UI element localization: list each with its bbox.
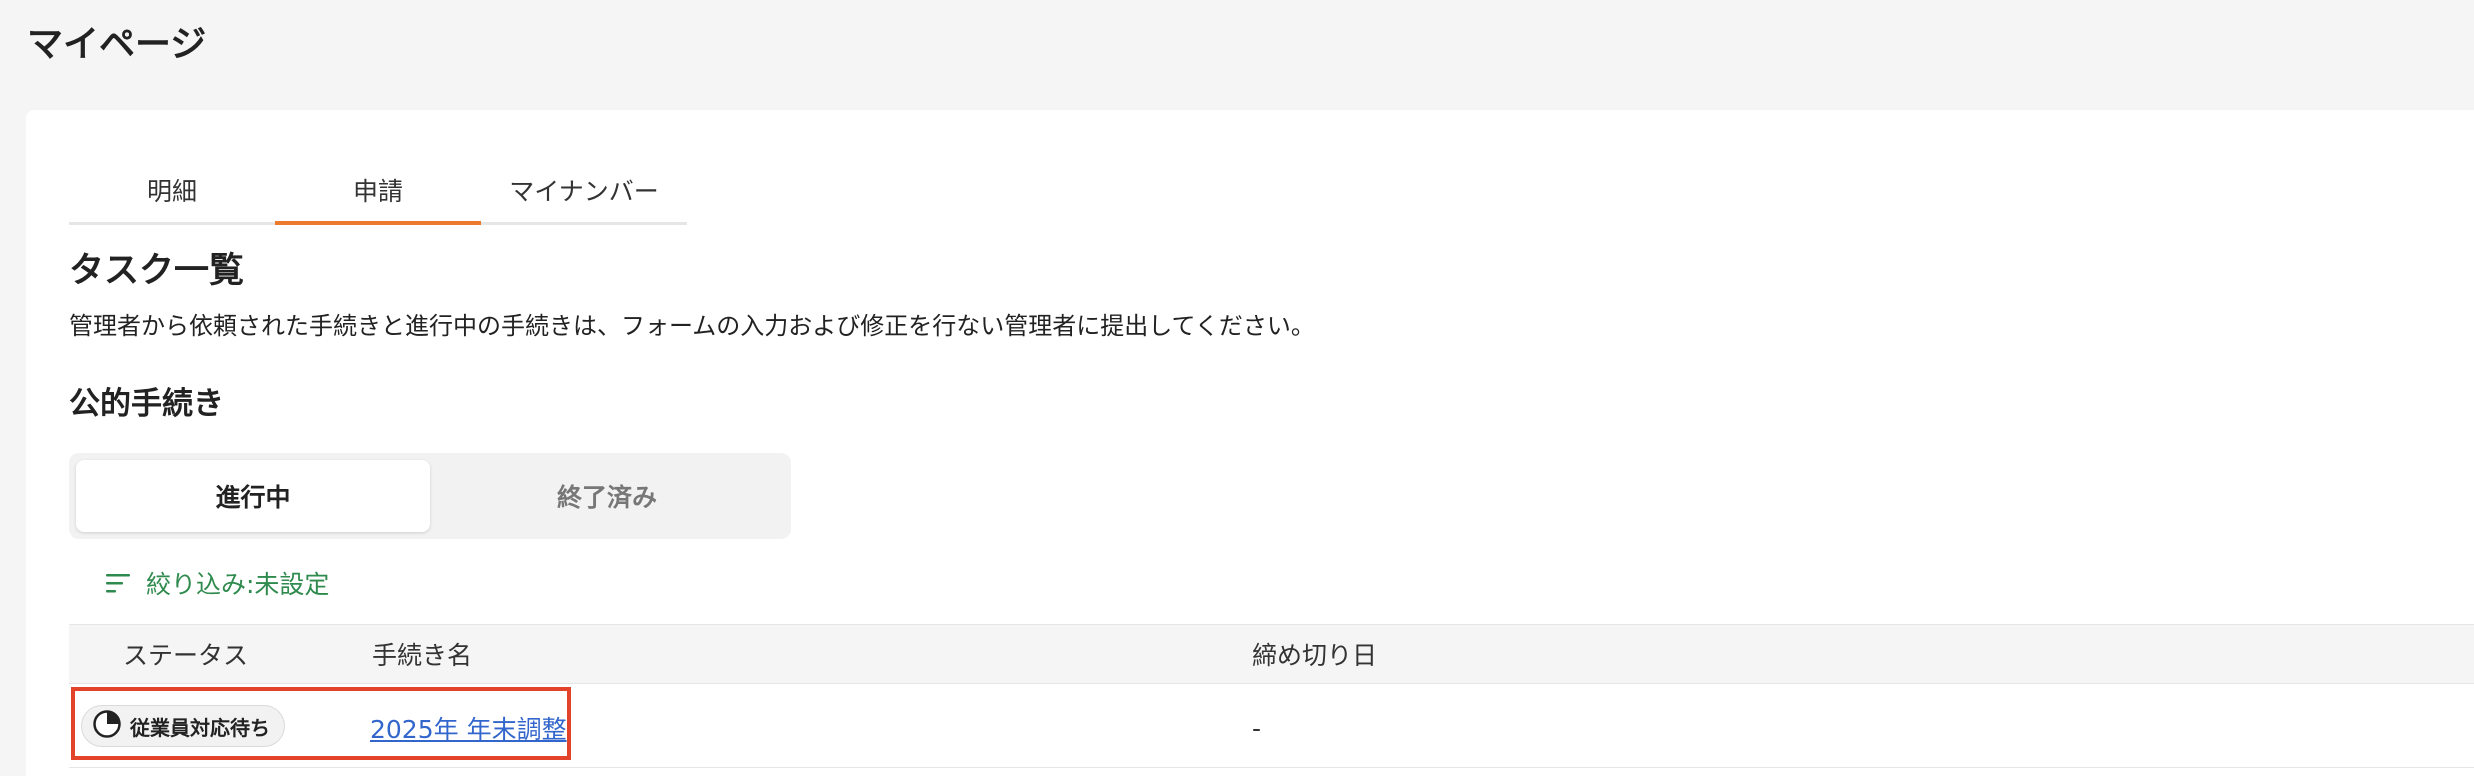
main-card: 明細 申請 マイナンバー タスク一覧 管理者から依頼された手続きと進行中の手続き…: [26, 110, 2474, 776]
page-title: マイページ: [27, 24, 207, 65]
column-header-procedure-name: 手続き名: [372, 641, 473, 670]
column-header-deadline: 締め切り日: [1252, 641, 1378, 670]
filter-label: 絞り込み:未設定: [146, 570, 330, 599]
segment-in-progress[interactable]: 進行中: [76, 460, 430, 532]
column-header-status: ステータス: [123, 641, 249, 670]
pie-progress-icon: [92, 709, 122, 744]
public-procedures-title: 公的手続き: [69, 386, 224, 422]
status-badge: 従業員対応待ち: [81, 705, 285, 747]
tab-my-number[interactable]: マイナンバー: [481, 158, 687, 222]
tab-applications[interactable]: 申請: [275, 158, 481, 225]
task-list-title: タスク一覧: [69, 251, 245, 291]
status-badge-label: 従業員対応待ち: [130, 715, 270, 740]
tab-bar: 明細 申請 マイナンバー: [69, 158, 687, 225]
tab-details[interactable]: 明細: [69, 158, 275, 222]
table-header: ステータス 手続き名 締め切り日: [69, 624, 2474, 684]
filter-button[interactable]: 絞り込み:未設定: [106, 565, 329, 601]
task-list-description: 管理者から依頼された手続きと進行中の手続きは、フォームの入力および修正を行ない管…: [69, 312, 1315, 340]
procedure-link[interactable]: 2025年 年末調整: [370, 710, 567, 746]
status-segmented-control: 進行中 終了済み: [69, 453, 791, 539]
filter-lines-icon: [106, 572, 132, 594]
segment-completed[interactable]: 終了済み: [430, 460, 784, 532]
deadline-value: -: [1252, 714, 1262, 743]
